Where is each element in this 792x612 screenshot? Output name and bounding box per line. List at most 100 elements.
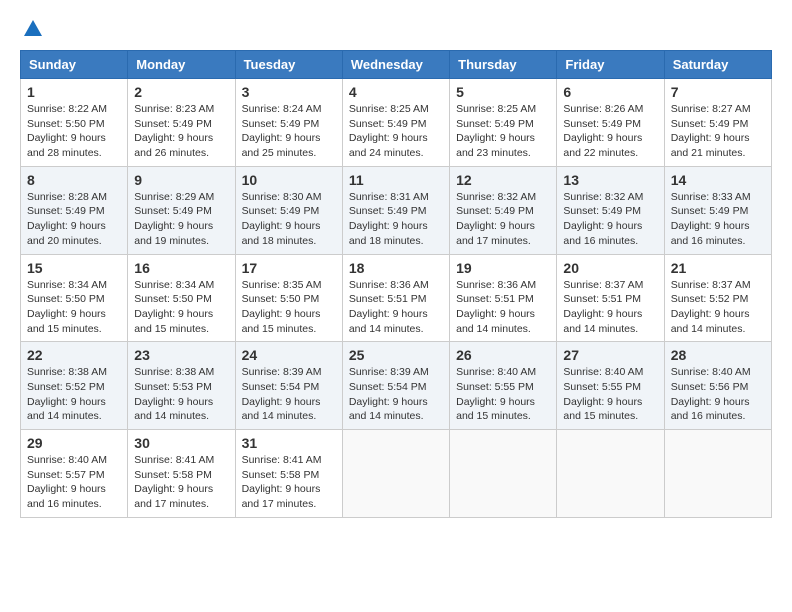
sunset-text: Sunset: 5:51 PM	[563, 292, 657, 307]
day-number: 21	[671, 260, 765, 276]
day-number: 23	[134, 347, 228, 363]
calendar-week-1: 1 Sunrise: 8:22 AM Sunset: 5:50 PM Dayli…	[21, 79, 772, 167]
sunset-text: Sunset: 5:51 PM	[349, 292, 443, 307]
day-info: Sunrise: 8:38 AM Sunset: 5:53 PM Dayligh…	[134, 365, 228, 424]
day-number: 24	[242, 347, 336, 363]
calendar-cell: 9 Sunrise: 8:29 AM Sunset: 5:49 PM Dayli…	[128, 166, 235, 254]
sunrise-text: Sunrise: 8:36 AM	[456, 278, 550, 293]
calendar-week-2: 8 Sunrise: 8:28 AM Sunset: 5:49 PM Dayli…	[21, 166, 772, 254]
calendar-cell	[557, 430, 664, 518]
calendar-cell: 13 Sunrise: 8:32 AM Sunset: 5:49 PM Dayl…	[557, 166, 664, 254]
day-number: 1	[27, 84, 121, 100]
day-number: 27	[563, 347, 657, 363]
daylight-text: Daylight: 9 hours and 14 minutes.	[242, 395, 336, 424]
sunrise-text: Sunrise: 8:32 AM	[563, 190, 657, 205]
sunrise-text: Sunrise: 8:41 AM	[242, 453, 336, 468]
daylight-text: Daylight: 9 hours and 24 minutes.	[349, 131, 443, 160]
day-info: Sunrise: 8:30 AM Sunset: 5:49 PM Dayligh…	[242, 190, 336, 249]
daylight-text: Daylight: 9 hours and 25 minutes.	[242, 131, 336, 160]
day-number: 13	[563, 172, 657, 188]
daylight-text: Daylight: 9 hours and 23 minutes.	[456, 131, 550, 160]
day-number: 11	[349, 172, 443, 188]
calendar-cell: 21 Sunrise: 8:37 AM Sunset: 5:52 PM Dayl…	[664, 254, 771, 342]
day-number: 15	[27, 260, 121, 276]
daylight-text: Daylight: 9 hours and 17 minutes.	[134, 482, 228, 511]
day-number: 3	[242, 84, 336, 100]
sunset-text: Sunset: 5:56 PM	[671, 380, 765, 395]
sunset-text: Sunset: 5:49 PM	[349, 117, 443, 132]
day-info: Sunrise: 8:24 AM Sunset: 5:49 PM Dayligh…	[242, 102, 336, 161]
calendar-cell: 8 Sunrise: 8:28 AM Sunset: 5:49 PM Dayli…	[21, 166, 128, 254]
day-info: Sunrise: 8:41 AM Sunset: 5:58 PM Dayligh…	[242, 453, 336, 512]
daylight-text: Daylight: 9 hours and 15 minutes.	[242, 307, 336, 336]
calendar-cell: 15 Sunrise: 8:34 AM Sunset: 5:50 PM Dayl…	[21, 254, 128, 342]
sunrise-text: Sunrise: 8:26 AM	[563, 102, 657, 117]
sunset-text: Sunset: 5:49 PM	[134, 204, 228, 219]
day-info: Sunrise: 8:22 AM Sunset: 5:50 PM Dayligh…	[27, 102, 121, 161]
daylight-text: Daylight: 9 hours and 16 minutes.	[27, 482, 121, 511]
calendar-cell: 3 Sunrise: 8:24 AM Sunset: 5:49 PM Dayli…	[235, 79, 342, 167]
daylight-text: Daylight: 9 hours and 14 minutes.	[349, 307, 443, 336]
day-info: Sunrise: 8:40 AM Sunset: 5:56 PM Dayligh…	[671, 365, 765, 424]
calendar-cell: 10 Sunrise: 8:30 AM Sunset: 5:49 PM Dayl…	[235, 166, 342, 254]
calendar-cell: 2 Sunrise: 8:23 AM Sunset: 5:49 PM Dayli…	[128, 79, 235, 167]
calendar-cell: 14 Sunrise: 8:33 AM Sunset: 5:49 PM Dayl…	[664, 166, 771, 254]
calendar-cell: 29 Sunrise: 8:40 AM Sunset: 5:57 PM Dayl…	[21, 430, 128, 518]
calendar-cell: 26 Sunrise: 8:40 AM Sunset: 5:55 PM Dayl…	[450, 342, 557, 430]
sunset-text: Sunset: 5:52 PM	[27, 380, 121, 395]
daylight-text: Daylight: 9 hours and 14 minutes.	[456, 307, 550, 336]
daylight-text: Daylight: 9 hours and 22 minutes.	[563, 131, 657, 160]
daylight-text: Daylight: 9 hours and 21 minutes.	[671, 131, 765, 160]
daylight-text: Daylight: 9 hours and 17 minutes.	[242, 482, 336, 511]
sunrise-text: Sunrise: 8:25 AM	[456, 102, 550, 117]
daylight-text: Daylight: 9 hours and 18 minutes.	[242, 219, 336, 248]
daylight-text: Daylight: 9 hours and 20 minutes.	[27, 219, 121, 248]
calendar-cell: 16 Sunrise: 8:34 AM Sunset: 5:50 PM Dayl…	[128, 254, 235, 342]
sunset-text: Sunset: 5:55 PM	[456, 380, 550, 395]
daylight-text: Daylight: 9 hours and 14 minutes.	[134, 395, 228, 424]
daylight-text: Daylight: 9 hours and 16 minutes.	[671, 219, 765, 248]
sunset-text: Sunset: 5:49 PM	[671, 117, 765, 132]
day-info: Sunrise: 8:29 AM Sunset: 5:49 PM Dayligh…	[134, 190, 228, 249]
day-of-week-saturday: Saturday	[664, 51, 771, 79]
daylight-text: Daylight: 9 hours and 14 minutes.	[671, 307, 765, 336]
day-info: Sunrise: 8:34 AM Sunset: 5:50 PM Dayligh…	[27, 278, 121, 337]
calendar-table: SundayMondayTuesdayWednesdayThursdayFrid…	[20, 50, 772, 518]
sunset-text: Sunset: 5:52 PM	[671, 292, 765, 307]
daylight-text: Daylight: 9 hours and 19 minutes.	[134, 219, 228, 248]
day-info: Sunrise: 8:34 AM Sunset: 5:50 PM Dayligh…	[134, 278, 228, 337]
sunrise-text: Sunrise: 8:22 AM	[27, 102, 121, 117]
sunset-text: Sunset: 5:49 PM	[671, 204, 765, 219]
day-number: 29	[27, 435, 121, 451]
sunset-text: Sunset: 5:54 PM	[242, 380, 336, 395]
calendar-cell: 18 Sunrise: 8:36 AM Sunset: 5:51 PM Dayl…	[342, 254, 449, 342]
sunset-text: Sunset: 5:58 PM	[134, 468, 228, 483]
calendar-cell	[342, 430, 449, 518]
daylight-text: Daylight: 9 hours and 16 minutes.	[671, 395, 765, 424]
day-info: Sunrise: 8:39 AM Sunset: 5:54 PM Dayligh…	[349, 365, 443, 424]
day-info: Sunrise: 8:32 AM Sunset: 5:49 PM Dayligh…	[456, 190, 550, 249]
daylight-text: Daylight: 9 hours and 14 minutes.	[27, 395, 121, 424]
daylight-text: Daylight: 9 hours and 17 minutes.	[456, 219, 550, 248]
sunrise-text: Sunrise: 8:40 AM	[671, 365, 765, 380]
day-number: 2	[134, 84, 228, 100]
sunrise-text: Sunrise: 8:39 AM	[242, 365, 336, 380]
calendar-cell	[450, 430, 557, 518]
calendar-week-4: 22 Sunrise: 8:38 AM Sunset: 5:52 PM Dayl…	[21, 342, 772, 430]
day-number: 17	[242, 260, 336, 276]
sunrise-text: Sunrise: 8:38 AM	[134, 365, 228, 380]
day-info: Sunrise: 8:41 AM Sunset: 5:58 PM Dayligh…	[134, 453, 228, 512]
daylight-text: Daylight: 9 hours and 15 minutes.	[134, 307, 228, 336]
calendar-cell: 12 Sunrise: 8:32 AM Sunset: 5:49 PM Dayl…	[450, 166, 557, 254]
logo	[20, 20, 44, 40]
calendar-cell: 7 Sunrise: 8:27 AM Sunset: 5:49 PM Dayli…	[664, 79, 771, 167]
day-number: 30	[134, 435, 228, 451]
calendar-cell: 23 Sunrise: 8:38 AM Sunset: 5:53 PM Dayl…	[128, 342, 235, 430]
day-number: 5	[456, 84, 550, 100]
sunset-text: Sunset: 5:57 PM	[27, 468, 121, 483]
sunrise-text: Sunrise: 8:23 AM	[134, 102, 228, 117]
sunrise-text: Sunrise: 8:32 AM	[456, 190, 550, 205]
sunset-text: Sunset: 5:49 PM	[242, 117, 336, 132]
daylight-text: Daylight: 9 hours and 26 minutes.	[134, 131, 228, 160]
sunrise-text: Sunrise: 8:39 AM	[349, 365, 443, 380]
